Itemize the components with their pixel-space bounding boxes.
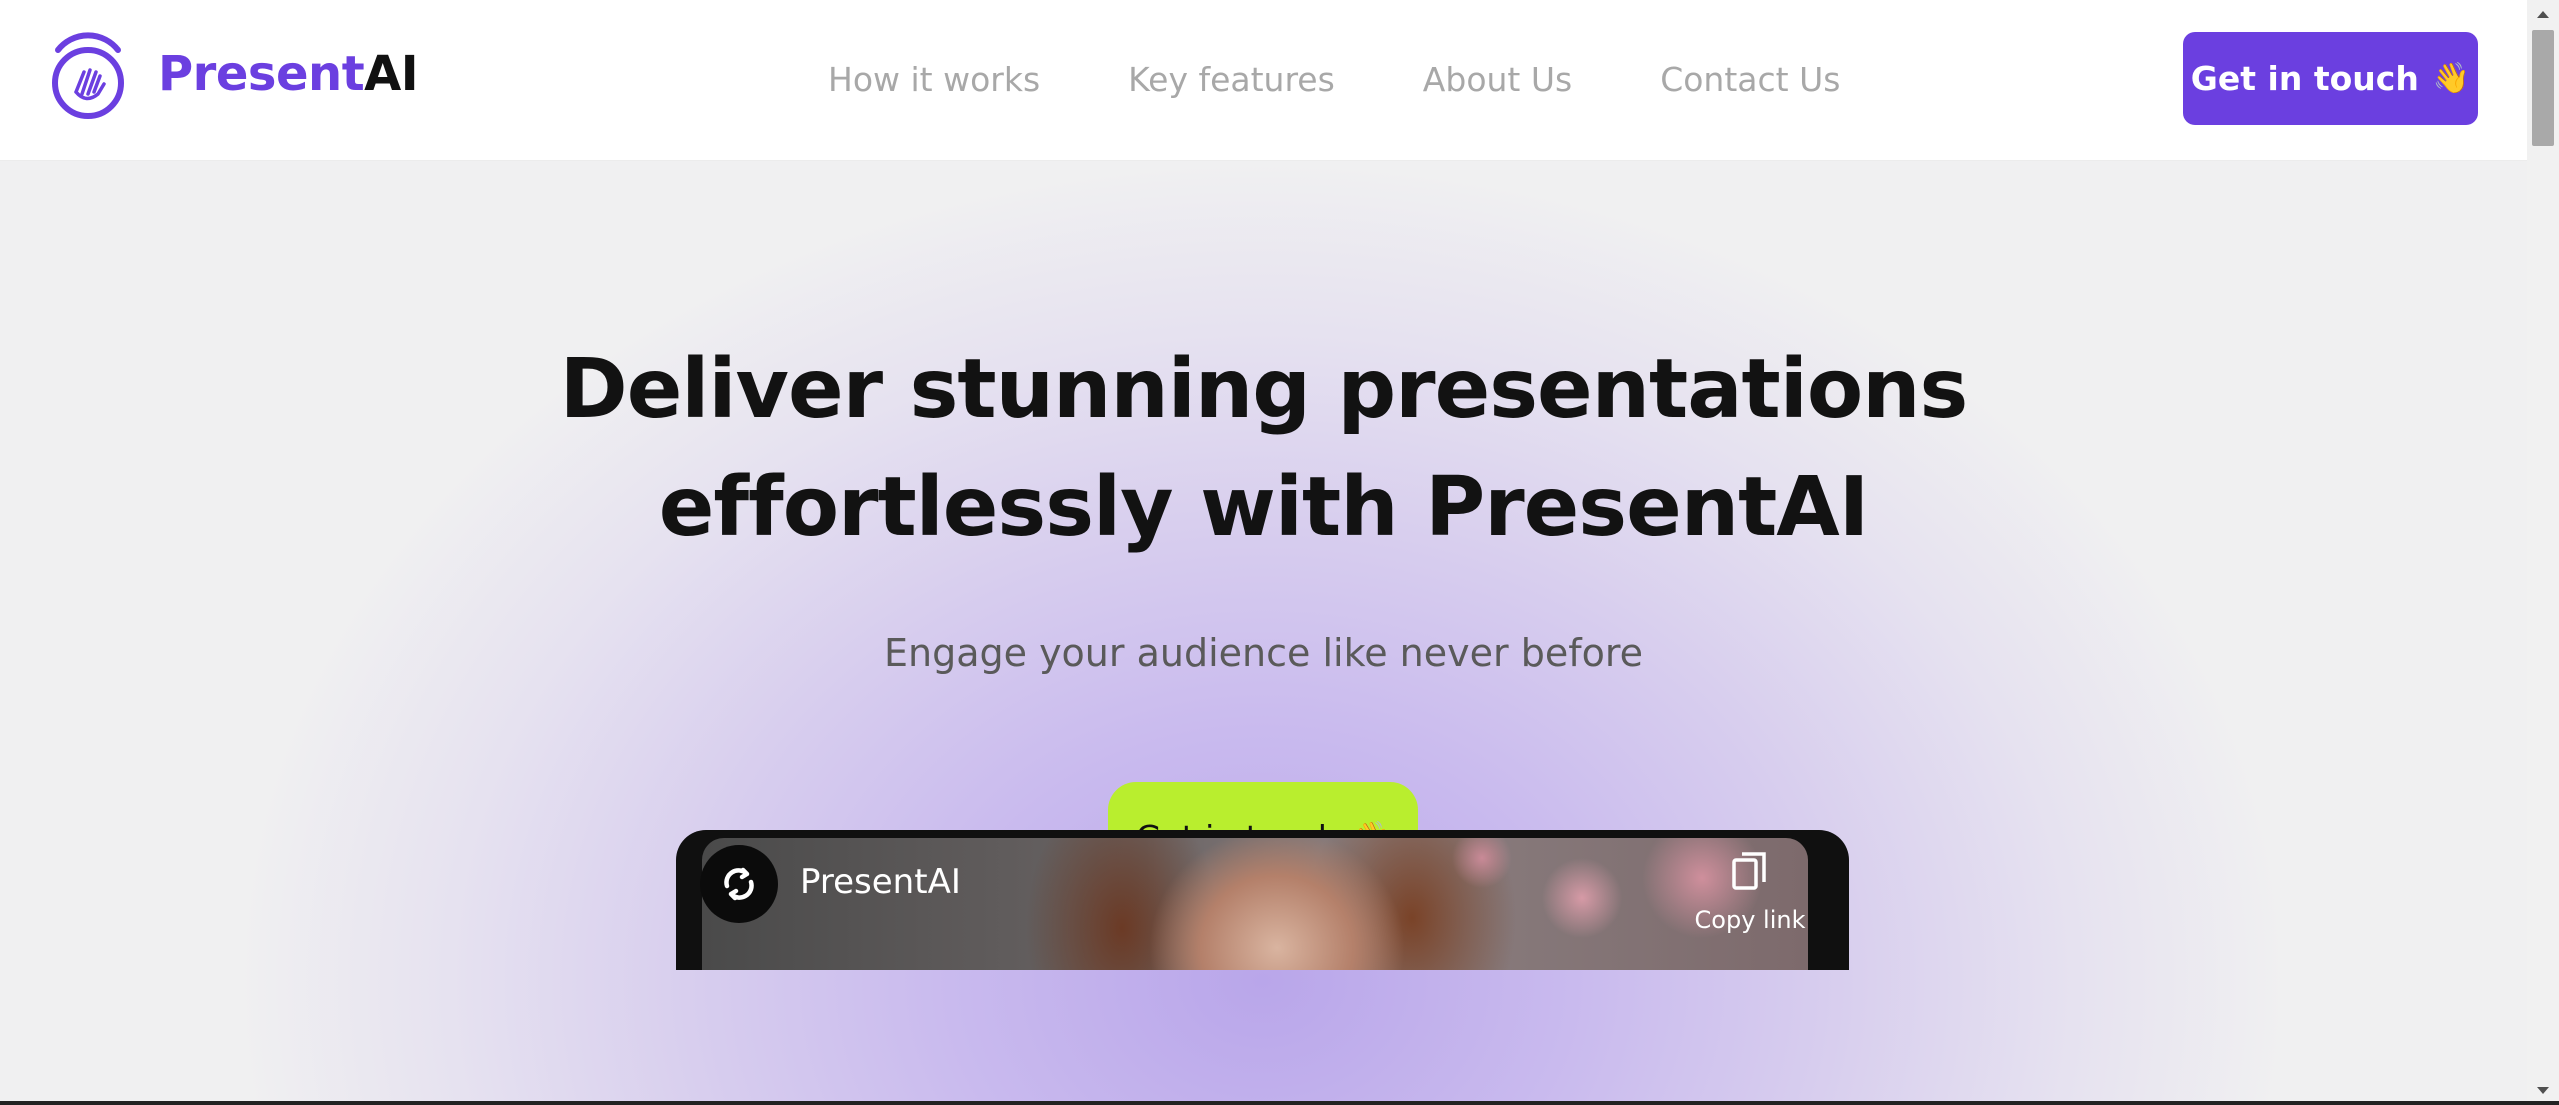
hero-title-line-2: effortlessly with PresentAI — [658, 460, 1870, 555]
hero-subtitle: Engage your audience like never before — [883, 631, 1644, 675]
copy-link-button[interactable]: Copy link — [1690, 850, 1810, 934]
hero-title: Deliver stunning presentations effortles… — [0, 331, 2527, 567]
nav-contact-us[interactable]: Contact Us — [1660, 56, 1840, 104]
scroll-up-arrow-icon[interactable] — [2527, 0, 2559, 28]
main-nav: How it works Key features About Us Conta… — [828, 56, 1840, 104]
nav-about-us[interactable]: About Us — [1423, 56, 1572, 104]
header-get-in-touch-button[interactable]: Get in touch 👋 — [2183, 32, 2478, 125]
nav-how-it-works[interactable]: How it works — [828, 56, 1040, 104]
copy-link-label: Copy link — [1694, 906, 1806, 934]
brand-name: PresentAI — [158, 46, 419, 102]
channel-avatar-icon[interactable] — [700, 845, 778, 923]
header-cta-label: Get in touch — [2190, 59, 2419, 98]
window-bottom-edge — [0, 1101, 2559, 1105]
page-scrollbar[interactable] — [2527, 0, 2559, 1105]
video-thumbnail[interactable] — [702, 838, 1808, 970]
brand-logo[interactable]: PresentAI — [46, 28, 419, 120]
video-channel-name[interactable]: PresentAI — [800, 862, 961, 902]
page: PresentAI How it works Key features Abou… — [0, 0, 2527, 1105]
site-header: PresentAI How it works Key features Abou… — [0, 0, 2527, 161]
scrollbar-thumb[interactable] — [2532, 30, 2554, 146]
waving-hand-logo-icon — [46, 28, 130, 120]
nav-key-features[interactable]: Key features — [1128, 56, 1335, 104]
waving-hand-emoji-icon: 👋 — [2432, 61, 2471, 96]
hero-title-line-1: Deliver stunning presentations — [559, 342, 1969, 437]
copy-icon — [1730, 852, 1770, 898]
